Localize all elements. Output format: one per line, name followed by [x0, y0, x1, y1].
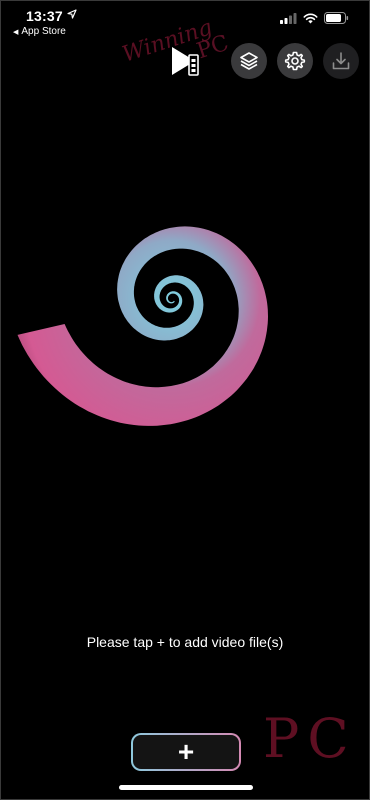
add-video-button[interactable]: +: [131, 733, 241, 771]
location-arrow-icon: [67, 9, 77, 19]
layers-button[interactable]: [231, 43, 267, 79]
layers-icon: [240, 52, 258, 70]
wifi-icon: [303, 13, 318, 23]
play-video-icon: [172, 47, 199, 76]
back-app-label: App Store: [21, 26, 66, 37]
add-button-label: +: [133, 735, 239, 769]
status-bar: 13:37 ◀ App Store: [1, 1, 369, 41]
gear-icon: [284, 51, 306, 71]
back-to-app-store[interactable]: ◀ App Store: [13, 26, 66, 37]
cellular-signal-icon: [280, 12, 297, 24]
app-screen: 13:37 ◀ App Store Winning PC Please tap …: [0, 0, 370, 800]
settings-button[interactable]: [277, 43, 313, 79]
download-icon: [332, 52, 350, 70]
battery-icon: [324, 12, 349, 24]
home-indicator[interactable]: [119, 785, 253, 790]
download-button[interactable]: [323, 43, 359, 79]
play-video-button[interactable]: [169, 45, 203, 77]
back-caret-icon: ◀: [13, 28, 19, 36]
spiral-artwork: [17, 226, 268, 426]
status-time: 13:37: [26, 8, 63, 24]
status-indicators: [280, 12, 349, 24]
empty-state-hint: Please tap + to add video file(s): [86, 634, 284, 650]
